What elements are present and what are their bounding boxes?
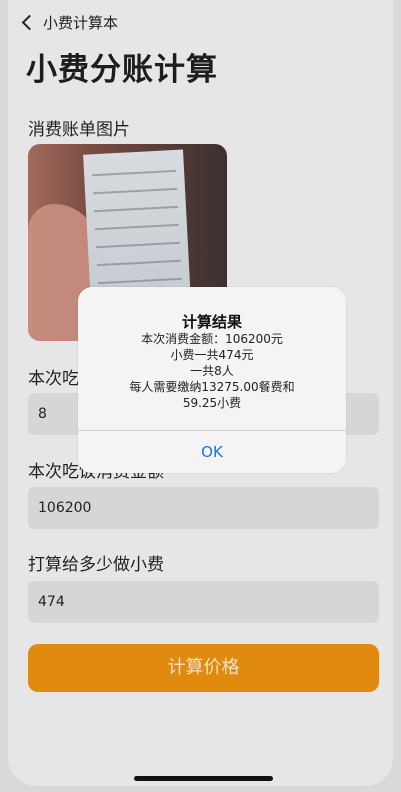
tip-label: 打算给多少做小费 — [28, 555, 164, 575]
tip-input[interactable]: 474 — [28, 581, 379, 623]
alert-title: 计算结果 — [181, 313, 242, 331]
alert-message: 本次消费金额：106200元 小费一共474元 一共8人 每人需要缴纳13275… — [78, 331, 346, 411]
chevron-left-icon — [21, 14, 38, 30]
alert-line-tip: 小费一共474元 — [170, 348, 254, 362]
ok-button[interactable]: OK — [78, 431, 346, 473]
back-button[interactable]: 小费计算本 — [20, 10, 118, 34]
alert-line-people: 一共8人 — [190, 364, 234, 378]
receipt-label: 消费账单图片 — [28, 120, 130, 140]
result-alert: 计算结果 本次消费金额：106200元 小费一共474元 一共8人 每人需要缴纳… — [78, 287, 346, 473]
alert-line-amount: 本次消费金额：106200元 — [141, 332, 283, 346]
app-screen: 小费计算本 小费分账计算 消费账单图片 本次吃饭人数 8 本次吃饭消费金额 10… — [8, 0, 393, 786]
alert-line-per-person: 每人需要缴纳13275.00餐费和 — [129, 380, 295, 394]
home-indicator — [134, 776, 273, 781]
page-title: 小费分账计算 — [26, 52, 218, 88]
amount-input[interactable]: 106200 — [28, 487, 379, 529]
calculate-button[interactable]: 计算价格 — [28, 644, 379, 692]
alert-line-per-person-tip: 59.25小费 — [182, 396, 242, 410]
back-label: 小费计算本 — [43, 13, 119, 32]
